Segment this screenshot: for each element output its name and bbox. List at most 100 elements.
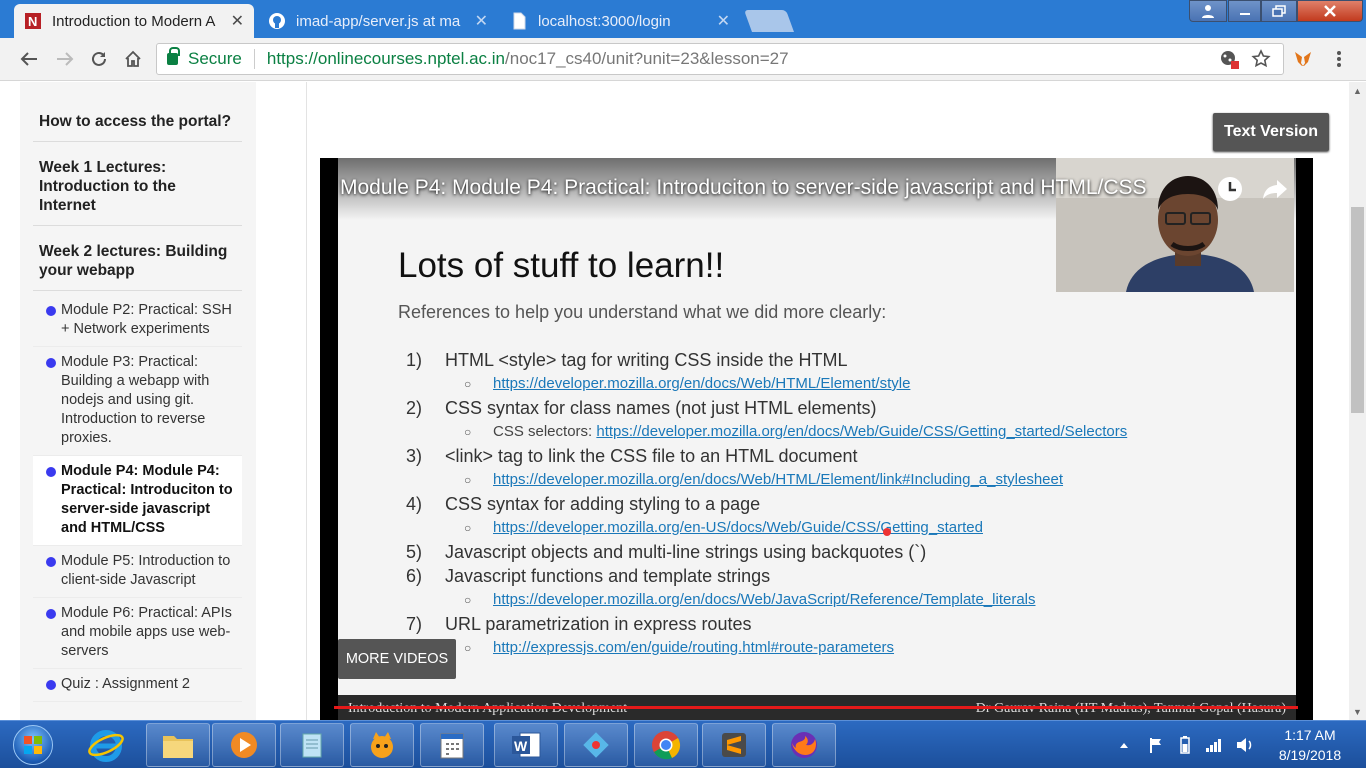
slide-reference-item: 1) HTML <style> tag for writing CSS insid… bbox=[398, 348, 1278, 372]
taskbar-app-button[interactable] bbox=[702, 723, 766, 767]
minimize-icon[interactable] bbox=[1228, 0, 1261, 22]
taskbar-app-button[interactable] bbox=[634, 723, 698, 767]
reference-link-row: ○ https://developer.mozilla.org/en/docs/W… bbox=[398, 468, 1278, 492]
volume-icon[interactable] bbox=[1234, 721, 1256, 768]
system-clock[interactable]: 1:17 AM 8/19/2018 bbox=[1262, 725, 1358, 765]
sidebar-section-week1[interactable]: Week 1 Lectures: Introduction to the Int… bbox=[33, 142, 242, 226]
reference-number: 2) bbox=[406, 398, 423, 418]
battery-icon[interactable] bbox=[1176, 721, 1194, 768]
course-sidebar: How to access the portal? Week 1 Lecture… bbox=[20, 82, 256, 720]
reference-text: Javascript objects and multi-line string… bbox=[445, 542, 927, 562]
reload-icon[interactable] bbox=[86, 46, 112, 72]
taskbar-app-button[interactable] bbox=[212, 723, 276, 767]
close-tab-icon[interactable]: ✕ bbox=[475, 11, 488, 31]
restore-icon[interactable] bbox=[1261, 0, 1297, 22]
clock-time: 1:17 AM bbox=[1284, 727, 1336, 743]
page-content: How to access the portal? Week 1 Lecture… bbox=[0, 82, 1349, 720]
star-bookmark-icon[interactable] bbox=[1251, 49, 1271, 69]
new-tab-button[interactable] bbox=[743, 10, 795, 32]
slide-reference-item: 4) CSS syntax for adding styling to a pag… bbox=[398, 492, 1278, 516]
sidebar-item-p2[interactable]: Module P2: Practical: SSH + Network expe… bbox=[33, 295, 242, 347]
start-button[interactable] bbox=[4, 723, 62, 767]
url-path: /noc17_cs40/unit?unit=23&lesson=27 bbox=[505, 49, 789, 68]
tab-github[interactable]: imad-app/server.js at ma ✕ bbox=[258, 4, 498, 38]
reference-link[interactable]: https://developer.mozilla.org/en-US/docs… bbox=[493, 519, 983, 536]
taskbar-app-button[interactable] bbox=[564, 723, 628, 767]
firefox-icon bbox=[788, 729, 820, 761]
reference-number: 7) bbox=[406, 614, 423, 634]
more-videos-button[interactable]: MORE VIDEOS bbox=[338, 639, 456, 679]
sidebar-item-p3[interactable]: Module P3: Practical: Building a webapp … bbox=[33, 347, 242, 456]
reference-number: 6) bbox=[406, 566, 423, 586]
taskbar-app-button[interactable] bbox=[146, 723, 210, 767]
reference-link[interactable]: https://developer.mozilla.org/en/docs/We… bbox=[493, 471, 1063, 488]
reference-link[interactable]: https://developer.mozilla.org/en/docs/We… bbox=[596, 423, 1127, 440]
hollow-bullet-icon: ○ bbox=[464, 641, 472, 655]
watch-later-icon[interactable] bbox=[1215, 174, 1245, 204]
file-explorer-icon bbox=[161, 730, 195, 760]
sidebar-item-p6[interactable]: Module P6: Practical: APIs and mobile ap… bbox=[33, 598, 242, 669]
hollow-bullet-icon: ○ bbox=[464, 425, 472, 439]
back-icon[interactable] bbox=[16, 46, 42, 72]
reference-link[interactable]: https://developer.mozilla.org/en/docs/We… bbox=[493, 591, 1036, 608]
reference-number: 4) bbox=[406, 494, 423, 514]
cookie-blocked-icon[interactable] bbox=[1219, 49, 1239, 69]
scratch-icon bbox=[366, 730, 398, 760]
slide-reference-item: 5) Javascript objects and multi-line stri… bbox=[398, 540, 1278, 564]
content-divider bbox=[306, 82, 307, 720]
network-signal-icon[interactable] bbox=[1204, 721, 1224, 768]
notepad-icon bbox=[297, 730, 327, 760]
sidebar-item-p5[interactable]: Module P5: Introduction to client-side J… bbox=[33, 546, 242, 598]
internet-explorer-icon[interactable] bbox=[74, 723, 138, 767]
taskbar-app-button[interactable]: W bbox=[494, 723, 558, 767]
reference-link[interactable]: https://developer.mozilla.org/en/docs/We… bbox=[493, 375, 910, 392]
slide-reference-item: 7) URL parametrization in express routes bbox=[398, 612, 1278, 636]
home-icon[interactable] bbox=[120, 46, 146, 72]
bullet-icon bbox=[46, 609, 56, 619]
text-version-button[interactable]: Text Version bbox=[1213, 113, 1329, 151]
tab-localhost[interactable]: localhost:3000/login ✕ bbox=[500, 4, 740, 38]
secure-indicator[interactable]: Secure bbox=[157, 47, 242, 69]
action-center-flag-icon[interactable] bbox=[1146, 721, 1166, 768]
user-profile-icon[interactable] bbox=[1189, 0, 1227, 22]
sidebar-item-p4-current[interactable]: Module P4: Module P4: Practical: Introdu… bbox=[33, 456, 242, 546]
close-tab-icon[interactable]: ✕ bbox=[717, 11, 730, 31]
address-bar[interactable]: Secure https://onlinecourses.nptel.ac.in… bbox=[156, 43, 1284, 75]
scroll-down-icon[interactable]: ▼ bbox=[1349, 703, 1366, 720]
reference-link-row: ○ https://developer.mozilla.org/en-US/doc… bbox=[398, 516, 1278, 540]
taskbar-app-button[interactable] bbox=[350, 723, 414, 767]
scroll-up-icon[interactable]: ▲ bbox=[1349, 82, 1366, 99]
sidebar-item-quiz[interactable]: Quiz : Assignment 2 bbox=[33, 669, 242, 702]
menu-kebab-icon[interactable] bbox=[1326, 46, 1352, 72]
scroll-thumb[interactable] bbox=[1351, 207, 1364, 413]
svg-text:W: W bbox=[514, 738, 528, 754]
sidebar-section-portal[interactable]: How to access the portal? bbox=[33, 96, 242, 142]
page-icon bbox=[510, 12, 528, 30]
page-scrollbar[interactable]: ▲ ▼ bbox=[1349, 82, 1366, 720]
video-player[interactable]: Lots of stuff to learn!! References to h… bbox=[320, 158, 1313, 720]
close-tab-icon[interactable]: ✕ bbox=[231, 11, 244, 31]
reference-text: URL parametrization in express routes bbox=[445, 614, 752, 634]
bullet-icon bbox=[46, 358, 56, 368]
close-window-icon[interactable] bbox=[1297, 0, 1363, 22]
show-hidden-icons[interactable] bbox=[1116, 721, 1132, 768]
metamask-extension-icon[interactable] bbox=[1290, 46, 1316, 72]
share-icon[interactable] bbox=[1260, 174, 1290, 204]
video-title[interactable]: Module P4: Module P4: Practical: Introdu… bbox=[340, 176, 1147, 200]
windows-taskbar: W 1:17 AM 8/19/2018 bbox=[0, 720, 1366, 768]
reference-text: CSS syntax for class names (not just HTM… bbox=[445, 398, 877, 418]
tab-nptel[interactable]: N Introduction to Modern A ✕ bbox=[14, 4, 254, 38]
taskbar-app-button[interactable] bbox=[772, 723, 836, 767]
sidebar-section-week2[interactable]: Week 2 lectures: Building your webapp bbox=[33, 226, 242, 291]
reference-link[interactable]: http://expressjs.com/en/guide/routing.ht… bbox=[493, 639, 894, 656]
taskbar-app-button[interactable] bbox=[280, 723, 344, 767]
hollow-bullet-icon: ○ bbox=[464, 521, 472, 535]
bullet-icon bbox=[46, 306, 56, 316]
bullet-icon bbox=[46, 557, 56, 567]
taskbar-app-button[interactable] bbox=[420, 723, 484, 767]
video-progress-bar[interactable] bbox=[334, 706, 1298, 709]
hollow-bullet-icon: ○ bbox=[464, 473, 472, 487]
reference-text: CSS syntax for adding styling to a page bbox=[445, 494, 761, 514]
forward-icon[interactable] bbox=[52, 46, 78, 72]
reference-link-row: ○ https://developer.mozilla.org/en/docs/W… bbox=[398, 372, 1278, 396]
